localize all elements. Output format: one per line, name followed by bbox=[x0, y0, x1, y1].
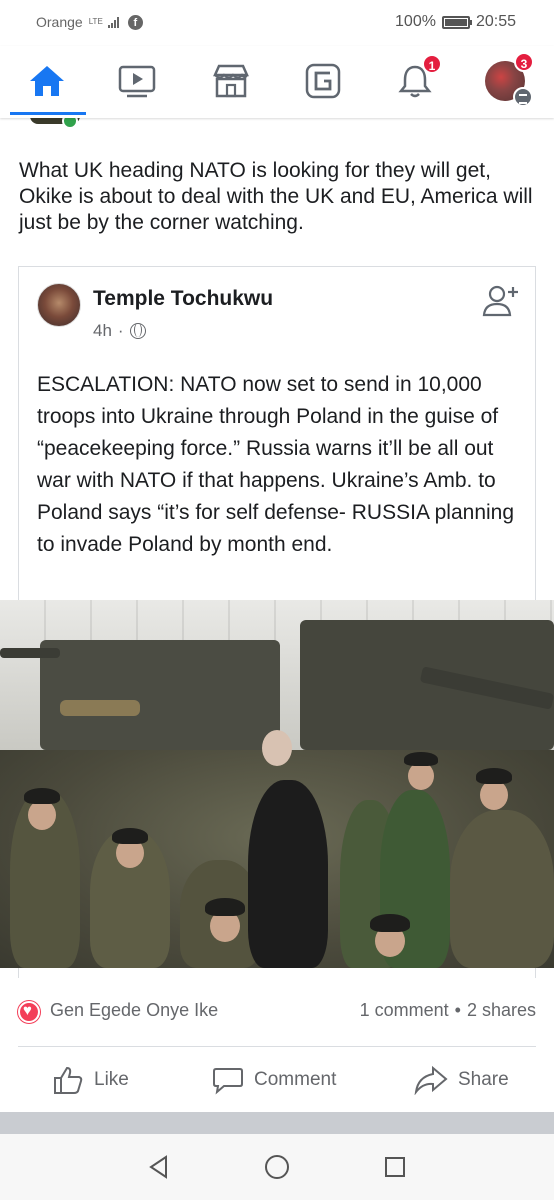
home-button[interactable] bbox=[262, 1152, 292, 1182]
nav-home[interactable] bbox=[22, 58, 72, 104]
battery-icon bbox=[441, 15, 472, 29]
home-icon bbox=[30, 66, 64, 96]
like-label: Like bbox=[94, 1069, 129, 1090]
facebook-notification-icon: f bbox=[127, 14, 143, 30]
share-label: Share bbox=[458, 1069, 509, 1090]
photo-soldier bbox=[450, 810, 554, 968]
photo-head bbox=[28, 800, 56, 830]
system-nav-bar bbox=[0, 1134, 554, 1200]
post-text: What UK heading NATO is looking for they… bbox=[19, 159, 533, 234]
menu-badge: 3 bbox=[514, 52, 534, 72]
status-right: 100% 20:55 bbox=[395, 13, 516, 31]
feed-separator bbox=[0, 1112, 554, 1134]
comment-label: Comment bbox=[254, 1069, 337, 1090]
menu-icon bbox=[513, 87, 533, 107]
battery-percent: 100% bbox=[395, 13, 436, 30]
shared-author-name[interactable]: Temple Tochukwu bbox=[93, 287, 273, 311]
nav-profile-menu[interactable]: 3 bbox=[480, 52, 534, 107]
share-icon bbox=[414, 1065, 448, 1095]
notifications-badge: 1 bbox=[422, 54, 442, 74]
clock: 20:55 bbox=[475, 13, 516, 30]
video-icon bbox=[118, 65, 156, 98]
photo-head bbox=[480, 780, 508, 810]
comment-button[interactable]: Comment bbox=[212, 1062, 336, 1098]
status-bar: Orange LTE f 100% 20:55 bbox=[0, 0, 554, 46]
status-left: Orange LTE f bbox=[36, 14, 143, 30]
share-count[interactable]: 2 shares bbox=[467, 1000, 536, 1021]
photo-tank-left bbox=[40, 640, 280, 750]
gaming-icon bbox=[305, 63, 341, 99]
photo-head bbox=[408, 762, 434, 790]
nav-marketplace[interactable] bbox=[206, 58, 256, 104]
post-actions: Like Comment Share bbox=[0, 1052, 554, 1108]
love-reaction-icon bbox=[18, 1001, 40, 1023]
back-button[interactable] bbox=[144, 1152, 174, 1182]
photo-beret bbox=[24, 788, 60, 804]
top-nav-bar: 1 3 bbox=[0, 46, 554, 118]
carrier-label: Orange bbox=[36, 14, 83, 30]
photo-head bbox=[262, 730, 292, 766]
nav-gaming[interactable] bbox=[298, 58, 348, 104]
nav-watch[interactable] bbox=[112, 58, 162, 104]
back-triangle-icon bbox=[149, 1155, 167, 1179]
like-button[interactable]: Like bbox=[52, 1062, 129, 1098]
recents-square-icon bbox=[385, 1157, 405, 1177]
comment-icon bbox=[213, 1068, 243, 1095]
add-friend-icon[interactable] bbox=[481, 281, 521, 321]
reactor-name[interactable]: Gen Egede Onye Ike bbox=[50, 1000, 218, 1021]
share-button[interactable]: Share bbox=[414, 1062, 509, 1098]
photo-man-dark-coat bbox=[248, 780, 328, 968]
photo-beret bbox=[404, 752, 438, 766]
meta-dot: · bbox=[117, 321, 124, 340]
home-circle-icon bbox=[265, 1155, 289, 1179]
shared-post-time[interactable]: 4h bbox=[93, 321, 112, 341]
thumbs-up-icon bbox=[54, 1066, 83, 1094]
photo-camo-net bbox=[60, 700, 140, 716]
photo-beret bbox=[205, 898, 245, 916]
photo-beret bbox=[370, 914, 410, 932]
comment-count[interactable]: 1 comment bbox=[360, 1000, 449, 1021]
photo-beret bbox=[476, 768, 512, 784]
counts-separator: • bbox=[454, 1000, 461, 1020]
active-tab-indicator bbox=[10, 112, 86, 115]
shared-post-meta: 4h · bbox=[93, 321, 146, 341]
engagement-counts: 1 comment • 2 shares bbox=[360, 1000, 536, 1021]
recents-button[interactable] bbox=[380, 1152, 410, 1182]
shared-author-avatar[interactable] bbox=[37, 283, 81, 327]
globe-icon bbox=[129, 323, 146, 339]
shared-post-photo[interactable] bbox=[0, 600, 554, 968]
reactions-summary[interactable]: Gen Egede Onye Ike 1 comment • 2 shares bbox=[18, 996, 536, 1026]
shared-post-text: ESCALATION: NATO now set to send in 10,0… bbox=[37, 373, 515, 556]
photo-beret bbox=[112, 828, 148, 844]
signal-icon bbox=[107, 16, 119, 28]
nav-notifications[interactable]: 1 bbox=[390, 54, 442, 104]
network-type: LTE bbox=[88, 17, 103, 26]
divider bbox=[18, 1046, 536, 1047]
store-icon bbox=[213, 64, 249, 98]
photo-barrel-left bbox=[0, 648, 60, 658]
